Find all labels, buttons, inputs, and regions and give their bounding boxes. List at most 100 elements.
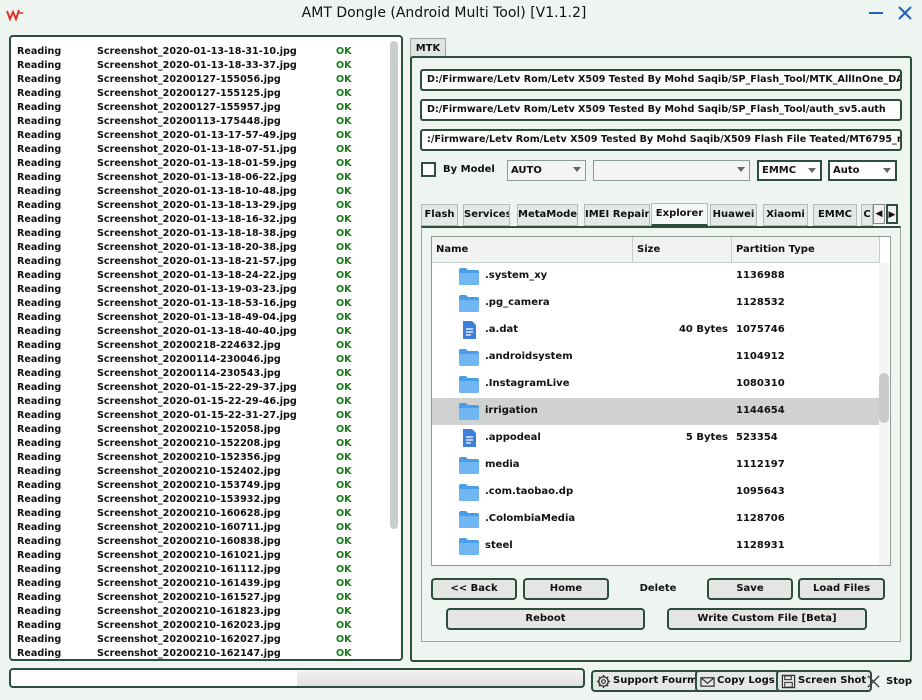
folder-icon [459, 484, 479, 501]
stop-button[interactable]: Stop [866, 672, 912, 692]
explorer-row[interactable]: .ColombiaMedia 1128706 [432, 506, 880, 533]
explorer-row[interactable]: media 1112197 [432, 452, 880, 479]
log-list: Reading Screenshot_2020-01-13-18-31-10.jp… [11, 45, 391, 659]
log-row: Reading Screenshot_20200114-230543.jpg OK [11, 367, 391, 381]
log-file: Screenshot_20200210-153932.jpg [97, 494, 281, 505]
log-action: Reading [17, 186, 62, 197]
log-status: OK [336, 578, 352, 589]
explorer-row[interactable]: .appodeal 5 Bytes 523354 [432, 425, 880, 452]
storage-select[interactable]: EMMC [757, 160, 822, 181]
mode-select[interactable]: Auto [828, 160, 897, 181]
auth-file-field[interactable]: D:/Firmware/Letv Rom/Letv X509 Tested By… [420, 99, 902, 121]
log-action: Reading [17, 648, 62, 659]
model-select-value: AUTO [511, 165, 542, 176]
column-partition-type[interactable]: Partition Type [732, 237, 880, 263]
explorer-row[interactable]: .InstagramLive 1080310 [432, 371, 880, 398]
explorer-row-name: irrigation [485, 405, 538, 416]
log-row: Reading Screenshot_20200210-152356.jpg OK [11, 451, 391, 465]
log-panel[interactable]: Reading Screenshot_2020-01-13-18-31-10.jp… [9, 35, 403, 661]
tab-imei-repair[interactable]: IMEI Repair [584, 204, 650, 226]
explorer-row[interactable]: steel 1128931 [432, 533, 880, 560]
log-status: OK [336, 200, 352, 211]
log-file: Screenshot_2020-01-13-19-03-23.jpg [97, 284, 297, 295]
da-file-field[interactable]: D:/Firmware/Letv Rom/Letv X509 Tested By… [420, 69, 902, 91]
back-button[interactable]: << Back [431, 578, 517, 600]
log-row: Reading Screenshot_2020-01-13-18-07-51.jp… [11, 143, 391, 157]
log-file: Screenshot_2020-01-13-18-49-04.jpg [97, 312, 297, 323]
explorer-scroll-thumb[interactable] [879, 373, 889, 423]
log-row: Reading Screenshot_2020-01-13-18-31-10.jp… [11, 45, 391, 59]
home-button[interactable]: Home [523, 578, 609, 600]
tab-scroll-right-button[interactable]: ▶ [886, 204, 898, 224]
log-status: OK [336, 368, 352, 379]
log-row: Reading Screenshot_2020-01-13-18-01-59.jp… [11, 157, 391, 171]
tab-mtk[interactable]: MTK [410, 38, 446, 58]
log-status: OK [336, 382, 352, 393]
scatter-file-field[interactable]: :/Firmware/Letv Rom/Letv X509 Tested By … [420, 129, 902, 151]
reboot-button[interactable]: Reboot [446, 608, 645, 630]
log-file: Screenshot_20200218-224632.jpg [97, 340, 281, 351]
explorer-row-partition: 1136988 [736, 270, 785, 281]
tab-scroll-left-button[interactable]: ◀ [873, 204, 885, 224]
explorer-row[interactable]: irrigation 1144654 [432, 398, 880, 425]
log-action: Reading [17, 396, 62, 407]
write-custom-file-button[interactable]: Write Custom File [Beta] [667, 608, 867, 630]
log-file: Screenshot_2020-01-13-18-33-37.jpg [97, 60, 297, 71]
blank-select[interactable] [593, 160, 750, 181]
explorer-row-name: .appodeal [485, 432, 541, 443]
screenshot-button[interactable]: Screen Shot [776, 670, 873, 692]
log-file: Screenshot_20200114-230046.jpg [97, 354, 281, 365]
explorer-row[interactable]: .system_xy 1136988 [432, 263, 880, 290]
log-status: OK [336, 88, 352, 99]
log-status: OK [336, 242, 352, 253]
column-size[interactable]: Size [633, 237, 732, 263]
log-status: OK [336, 116, 352, 127]
tab-xiaomi[interactable]: Xiaomi [763, 204, 808, 226]
log-action: Reading [17, 578, 62, 589]
log-scrollbar[interactable] [390, 41, 398, 529]
load-files-button[interactable]: Load Files [798, 578, 885, 600]
delete-button[interactable]: Delete [616, 578, 700, 600]
explorer-row[interactable]: .androidsystem 1104912 [432, 344, 880, 371]
minimize-button[interactable] [867, 4, 885, 22]
screenshot-label: Screen Shot [798, 675, 867, 686]
log-status: OK [336, 256, 352, 267]
explorer-table[interactable]: Name Size Partition Type .system_xy 11369… [431, 236, 891, 566]
explorer-row[interactable]: .a.dat 40 Bytes 1075746 [432, 317, 880, 344]
tab-flash[interactable]: Flash [421, 204, 458, 226]
log-row: Reading Screenshot_20200210-153749.jpg OK [11, 479, 391, 493]
copy-logs-button[interactable]: Copy Logs [695, 670, 781, 692]
explorer-row-name: .androidsystem [485, 351, 573, 362]
log-row: Reading Screenshot_20200210-162023.jpg OK [11, 619, 391, 633]
log-row: Reading Screenshot_2020-01-13-18-21-57.jp… [11, 255, 391, 269]
log-file: Screenshot_2020-01-13-17-57-49.jpg [97, 130, 297, 141]
tab-emmc[interactable]: EMMC [813, 204, 857, 226]
log-file: Screenshot_20200210-161112.jpg [97, 564, 281, 575]
tab-services[interactable]: Services [463, 204, 510, 226]
tab-huawei[interactable]: Huawei [710, 204, 757, 226]
support-forum-button[interactable]: Support Fourm [591, 670, 704, 692]
log-action: Reading [17, 228, 62, 239]
log-file: Screenshot_20200113-175448.jpg [97, 116, 281, 127]
explorer-row-partition: 1128706 [736, 513, 785, 524]
explorer-row-name: .a.dat [485, 324, 519, 335]
log-row: Reading Screenshot_20200210-160628.jpg OK [11, 507, 391, 521]
log-action: Reading [17, 172, 62, 183]
model-select[interactable]: AUTO [507, 160, 586, 181]
tab-explorer[interactable]: Explorer [651, 203, 708, 226]
log-row: Reading Screenshot_2020-01-15-22-29-46.jp… [11, 395, 391, 409]
explorer-row[interactable]: .com.taobao.dp 1095643 [432, 479, 880, 506]
tab-more[interactable]: C [861, 204, 873, 226]
explorer-row[interactable]: .pg_camera 1128532 [432, 290, 880, 317]
save-button[interactable]: Save [707, 578, 793, 600]
by-model-checkbox[interactable] [421, 162, 436, 177]
close-button[interactable] [896, 4, 914, 22]
log-row: Reading Screenshot_2020-01-13-18-20-38.jp… [11, 241, 391, 255]
folder-icon [459, 268, 479, 285]
tab-metamode[interactable]: MetaMode [517, 204, 578, 226]
column-name[interactable]: Name [432, 237, 633, 263]
folder-icon [459, 511, 479, 528]
log-row: Reading Screenshot_2020-01-13-18-06-22.jp… [11, 171, 391, 185]
log-status: OK [336, 522, 352, 533]
log-row: Reading Screenshot_20200210-161439.jpg OK [11, 577, 391, 591]
